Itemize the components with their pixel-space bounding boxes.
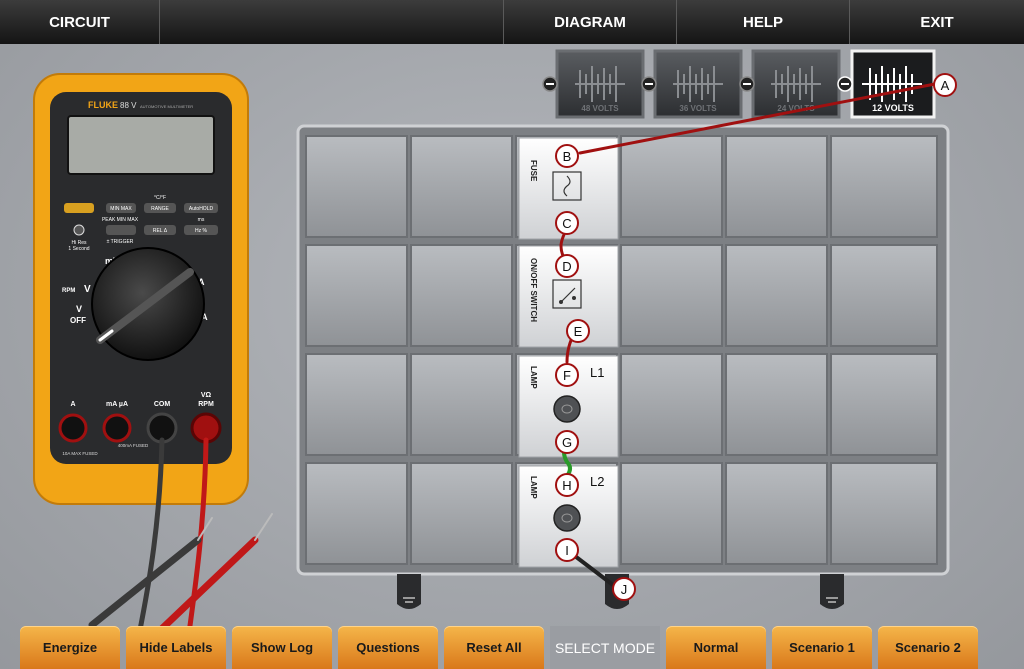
svg-text:REL Δ: REL Δ bbox=[153, 228, 168, 234]
svg-text:MIN MAX: MIN MAX bbox=[110, 206, 132, 212]
test-point-e[interactable]: E bbox=[566, 319, 590, 343]
svg-text:V: V bbox=[84, 284, 91, 295]
svg-text:± TRIGGER: ± TRIGGER bbox=[107, 239, 134, 245]
meter-lcd-display bbox=[67, 115, 215, 175]
svg-text:J: J bbox=[621, 582, 628, 597]
show-log-button[interactable]: Show Log bbox=[232, 626, 332, 669]
battery-48v-label: 48 VOLTS bbox=[581, 104, 619, 113]
test-point-f[interactable]: F bbox=[555, 363, 579, 387]
meter-yellow-button[interactable] bbox=[64, 203, 94, 213]
svg-text:C: C bbox=[562, 216, 571, 231]
svg-text:400mA FUSED: 400mA FUSED bbox=[118, 443, 149, 448]
meter-brand: FLUKE bbox=[88, 100, 118, 110]
svg-text:PEAK MIN MAX: PEAK MIN MAX bbox=[102, 217, 139, 223]
svg-text:A: A bbox=[70, 401, 75, 408]
svg-text:A: A bbox=[941, 78, 950, 93]
svg-text:V: V bbox=[76, 304, 82, 314]
svg-text:mA µA: mA µA bbox=[106, 401, 128, 408]
svg-text:F: F bbox=[563, 368, 571, 383]
multimeter[interactable]: FLUKE 88 V AUTOMOTIVE MULTIMETER MIN MAX… bbox=[33, 73, 249, 505]
svg-text:I: I bbox=[565, 543, 569, 558]
meter-hires-button[interactable] bbox=[73, 224, 85, 236]
meter-backlight-button[interactable] bbox=[106, 225, 136, 235]
test-point-a[interactable]: A bbox=[933, 73, 957, 97]
battery-12v[interactable]: 12 VOLTS bbox=[850, 49, 936, 119]
svg-text:RANGE: RANGE bbox=[151, 206, 169, 212]
svg-text:D: D bbox=[562, 259, 571, 274]
test-point-c[interactable]: C bbox=[555, 211, 579, 235]
normal-mode-button[interactable]: Normal bbox=[666, 626, 766, 669]
meter-model: 88 V bbox=[120, 101, 137, 110]
test-point-d[interactable]: D bbox=[555, 254, 579, 278]
test-point-h[interactable]: H bbox=[555, 473, 579, 497]
lamp-l1-id: L1 bbox=[590, 365, 604, 380]
svg-text:ms: ms bbox=[198, 217, 205, 223]
svg-text:G: G bbox=[562, 435, 572, 450]
reset-all-button[interactable]: Reset All bbox=[444, 626, 544, 669]
test-point-g[interactable]: G bbox=[555, 430, 579, 454]
fuse-label: FUSE bbox=[529, 160, 538, 182]
svg-text:VΩ: VΩ bbox=[201, 392, 212, 399]
test-point-j[interactable]: J bbox=[612, 577, 636, 601]
svg-text:°C/°F: °C/°F bbox=[154, 195, 166, 201]
lamp-l1-label: LAMP bbox=[529, 366, 538, 389]
select-mode-label: SELECT MODE bbox=[550, 626, 660, 669]
svg-text:OFF: OFF bbox=[70, 316, 86, 325]
battery-36v-label: 36 VOLTS bbox=[679, 104, 717, 113]
battery-36v[interactable]: 36 VOLTS bbox=[653, 49, 743, 119]
svg-text:Hz %: Hz % bbox=[195, 228, 208, 234]
questions-button[interactable]: Questions bbox=[338, 626, 438, 669]
energize-button[interactable]: Energize bbox=[20, 626, 120, 669]
svg-text:RPM: RPM bbox=[62, 288, 75, 294]
scenario-1-button[interactable]: Scenario 1 bbox=[772, 626, 872, 669]
meter-subtitle: AUTOMOTIVE MULTIMETER bbox=[140, 104, 193, 109]
circuit-scene: 48 VOLTS 36 VOLTS 24 VOLTS 12 VOLTS FUSE bbox=[33, 49, 957, 644]
battery-24v[interactable]: 24 VOLTS bbox=[751, 49, 841, 119]
svg-text:10A MAX FUSED: 10A MAX FUSED bbox=[62, 451, 98, 456]
scenario-2-button[interactable]: Scenario 2 bbox=[878, 626, 978, 669]
svg-text:1 Second: 1 Second bbox=[68, 246, 89, 252]
svg-text:COM: COM bbox=[154, 401, 171, 408]
svg-text:H: H bbox=[562, 478, 571, 493]
test-point-b[interactable]: B bbox=[555, 144, 579, 168]
switch-label: ON/OFF SWITCH bbox=[529, 258, 538, 322]
hide-labels-button[interactable]: Hide Labels bbox=[126, 626, 226, 669]
bottom-toolbar: Energize Hide Labels Show Log Questions … bbox=[0, 626, 1024, 669]
lamp-l2-id: L2 bbox=[590, 474, 604, 489]
test-point-i[interactable]: I bbox=[555, 538, 579, 562]
battery-48v[interactable]: 48 VOLTS bbox=[555, 49, 645, 119]
svg-text:E: E bbox=[574, 324, 583, 339]
svg-text:AutoHOLD: AutoHOLD bbox=[189, 206, 214, 212]
lamp-l2-label: LAMP bbox=[529, 476, 538, 499]
battery-12v-label: 12 VOLTS bbox=[872, 103, 914, 113]
svg-text:RPM: RPM bbox=[198, 401, 214, 408]
svg-text:B: B bbox=[563, 149, 572, 164]
